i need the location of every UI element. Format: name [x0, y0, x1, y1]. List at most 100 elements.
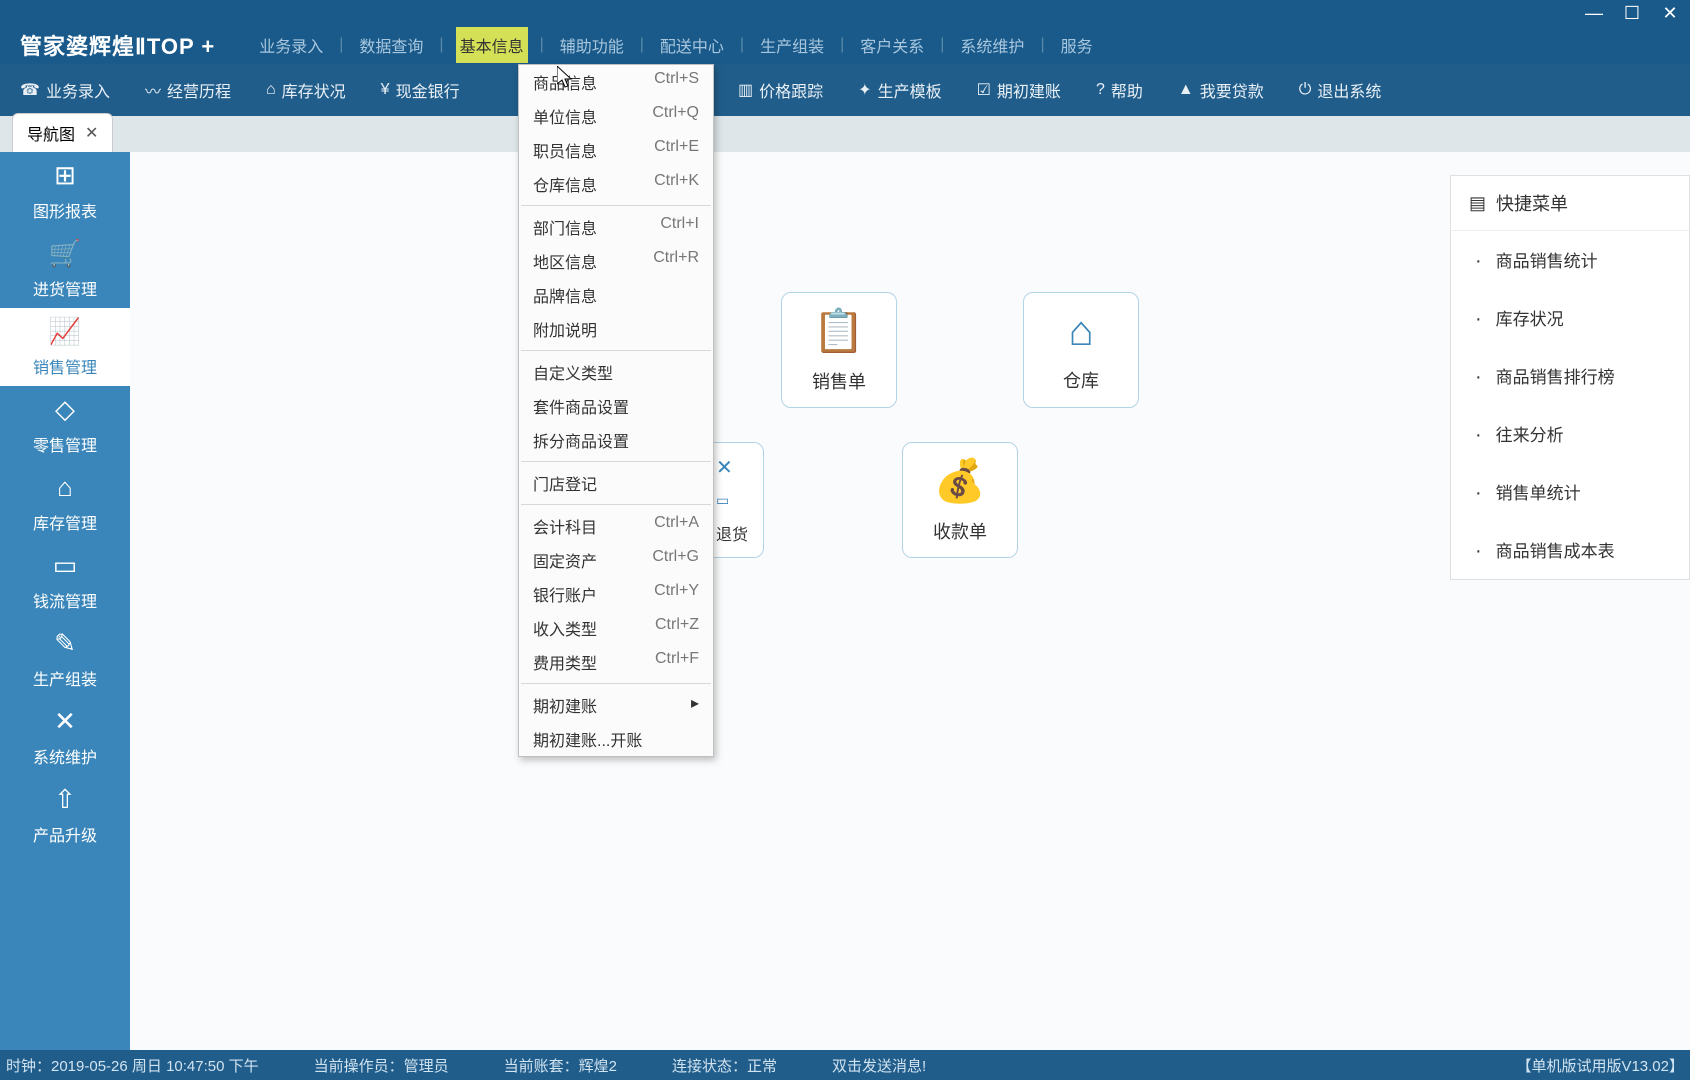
- tb-help[interactable]: ?帮助: [1096, 78, 1143, 102]
- quick-menu-title: 快捷菜单: [1496, 190, 1568, 216]
- menu-production[interactable]: 生产组装: [756, 27, 828, 63]
- card-label: 销售单: [812, 368, 866, 394]
- menu-system[interactable]: 系统维护: [956, 27, 1028, 63]
- dd-region-info[interactable]: 地区信息Ctrl+R: [519, 244, 713, 278]
- toolbar: ☎业务录入 〰经营历程 ⌂库存状况 ¥现金银行 ⊕物价管理 ▥价格跟踪 ✦生产模…: [0, 64, 1690, 116]
- quick-menu-panel: ▤ 快捷菜单 商品销售统计 库存状况 商品销售排行榜 往来分析 销售单统计 商品…: [1450, 175, 1690, 580]
- dd-department-info[interactable]: 部门信息Ctrl+I: [519, 210, 713, 244]
- house-icon: ⌂: [57, 472, 73, 503]
- tb-exit[interactable]: ⏻退出系统: [1299, 78, 1382, 102]
- tab-close-icon[interactable]: ✕: [85, 123, 98, 143]
- money-icon: ▭: [53, 550, 78, 581]
- dd-employee-info[interactable]: 职员信息Ctrl+E: [519, 133, 713, 167]
- tab-nav-map[interactable]: 导航图 ✕: [12, 113, 113, 152]
- dd-separator: [521, 205, 711, 206]
- dd-extra-info[interactable]: 附加说明: [519, 312, 713, 346]
- menu-service[interactable]: 服务: [1057, 27, 1097, 63]
- sidebar-item-sales[interactable]: 📈销售管理: [0, 308, 130, 386]
- menu-distribution[interactable]: 配送中心: [656, 27, 728, 63]
- card-warehouse[interactable]: ⌂ 仓库: [1023, 292, 1139, 408]
- quick-item-sales-stat[interactable]: 商品销售统计: [1451, 231, 1689, 289]
- dd-custom-type[interactable]: 自定义类型: [519, 355, 713, 389]
- sidebar-item-inventory[interactable]: ⌂库存管理: [0, 464, 130, 542]
- sidebar-item-purchase[interactable]: 🛒进货管理: [0, 230, 130, 308]
- menu-assist[interactable]: 辅助功能: [556, 27, 628, 63]
- dd-accounting[interactable]: 会计科目Ctrl+A: [519, 509, 713, 543]
- grid-icon: ⊞: [54, 160, 76, 191]
- menu-business-entry[interactable]: 业务录入: [255, 27, 327, 63]
- dd-split-setting[interactable]: 拆分商品设置: [519, 423, 713, 457]
- x-icon: ✕: [716, 455, 733, 480]
- check-icon: ☑: [977, 80, 991, 100]
- upload-icon: ⇧: [54, 784, 76, 815]
- dd-bank-account[interactable]: 银行账户Ctrl+Y: [519, 577, 713, 611]
- sidebar: ⊞图形报表 🛒进货管理 📈销售管理 ◇零售管理 ⌂库存管理 ▭钱流管理 ✎生产组…: [0, 152, 130, 1050]
- sidebar-item-production[interactable]: ✎生产组装: [0, 620, 130, 698]
- tag-icon: ◇: [55, 394, 75, 425]
- sidebar-item-system[interactable]: ✕系统维护: [0, 698, 130, 776]
- power-icon: ⏻: [1299, 81, 1312, 99]
- quick-item-ar-analysis[interactable]: 往来分析: [1451, 405, 1689, 463]
- star-icon: ✦: [858, 80, 871, 100]
- money-bag-icon: 💰: [934, 457, 986, 506]
- status-account: 当前账套：辉煌2: [504, 1055, 617, 1076]
- house-icon: ⌂: [1068, 307, 1093, 355]
- dropdown-basic-info: 商品信息Ctrl+S 单位信息Ctrl+Q 职员信息Ctrl+E 仓库信息Ctr…: [518, 64, 714, 757]
- close-button[interactable]: ✕: [1660, 3, 1680, 24]
- doc-icon: ▭: [716, 492, 729, 509]
- window-controls: — ☐ ✕: [0, 0, 1690, 26]
- sidebar-item-report[interactable]: ⊞图形报表: [0, 152, 130, 230]
- sidebar-item-money[interactable]: ▭钱流管理: [0, 542, 130, 620]
- status-message[interactable]: 双击发送消息!: [832, 1055, 926, 1076]
- maximize-button[interactable]: ☐: [1622, 3, 1642, 24]
- dd-income-type[interactable]: 收入类型Ctrl+Z: [519, 611, 713, 645]
- status-version: 【单机版试用版V13.02】: [1516, 1055, 1684, 1076]
- tab-strip: 导航图 ✕: [0, 116, 1690, 152]
- dd-initial-open[interactable]: 期初建账...开账: [519, 722, 713, 756]
- wrench-icon: ✎: [54, 628, 76, 659]
- tools-icon: ✕: [54, 706, 76, 737]
- dd-product-info[interactable]: 商品信息Ctrl+S: [519, 65, 713, 99]
- tb-inventory[interactable]: ⌂库存状况: [266, 78, 346, 102]
- card-label: 收款单: [933, 518, 987, 544]
- quick-item-inventory[interactable]: 库存状况: [1451, 289, 1689, 347]
- tb-history[interactable]: 〰经营历程: [145, 78, 231, 102]
- quick-item-cost-table[interactable]: 商品销售成本表: [1451, 521, 1689, 579]
- quick-item-order-stat[interactable]: 销售单统计: [1451, 463, 1689, 521]
- tb-business-entry[interactable]: ☎业务录入: [20, 78, 110, 102]
- dd-warehouse-info[interactable]: 仓库信息Ctrl+K: [519, 167, 713, 201]
- tb-production-template[interactable]: ✦生产模板: [858, 78, 941, 102]
- sidebar-item-retail[interactable]: ◇零售管理: [0, 386, 130, 464]
- tb-loan[interactable]: ▲我要贷款: [1178, 78, 1264, 102]
- status-bar: 时钟：2019-05-26 周日 10:47:50 下午 当前操作员：管理员 当…: [0, 1050, 1690, 1080]
- quick-item-sales-rank[interactable]: 商品销售排行榜: [1451, 347, 1689, 405]
- card-return[interactable]: ✕ ▭ 退货: [714, 442, 764, 558]
- card-sales-order[interactable]: 📋 销售单: [781, 292, 897, 408]
- dd-expense-type[interactable]: 费用类型Ctrl+F: [519, 645, 713, 679]
- menu-basic-info[interactable]: 基本信息: [456, 27, 528, 63]
- phone-icon: ☎: [20, 80, 40, 100]
- tb-initial-account[interactable]: ☑期初建账: [977, 78, 1061, 102]
- dd-store-register[interactable]: 门店登记: [519, 466, 713, 500]
- dd-initial-account[interactable]: 期初建账: [519, 688, 713, 722]
- menu-crm[interactable]: 客户关系: [856, 27, 928, 63]
- dd-separator: [521, 461, 711, 462]
- status-connection: 连接状态：正常: [672, 1055, 777, 1076]
- list-icon: ▤: [1469, 193, 1486, 214]
- house-icon: ⌂: [266, 81, 276, 99]
- yen-icon: ¥: [381, 81, 390, 99]
- dd-separator: [521, 504, 711, 505]
- dd-kit-setting[interactable]: 套件商品设置: [519, 389, 713, 423]
- dd-unit-info[interactable]: 单位信息Ctrl+Q: [519, 99, 713, 133]
- dd-separator: [521, 683, 711, 684]
- tb-price-track[interactable]: ▥价格跟踪: [738, 78, 823, 102]
- clipboard-icon: 📋: [813, 307, 865, 356]
- up-icon: ▲: [1178, 81, 1194, 99]
- tb-cash[interactable]: ¥现金银行: [381, 78, 460, 102]
- sidebar-item-upgrade[interactable]: ⇧产品升级: [0, 776, 130, 854]
- dd-brand-info[interactable]: 品牌信息: [519, 278, 713, 312]
- dd-fixed-asset[interactable]: 固定资产Ctrl+G: [519, 543, 713, 577]
- menu-data-query[interactable]: 数据查询: [355, 27, 427, 63]
- card-receipt[interactable]: 💰 收款单: [902, 442, 1018, 558]
- minimize-button[interactable]: —: [1584, 3, 1604, 24]
